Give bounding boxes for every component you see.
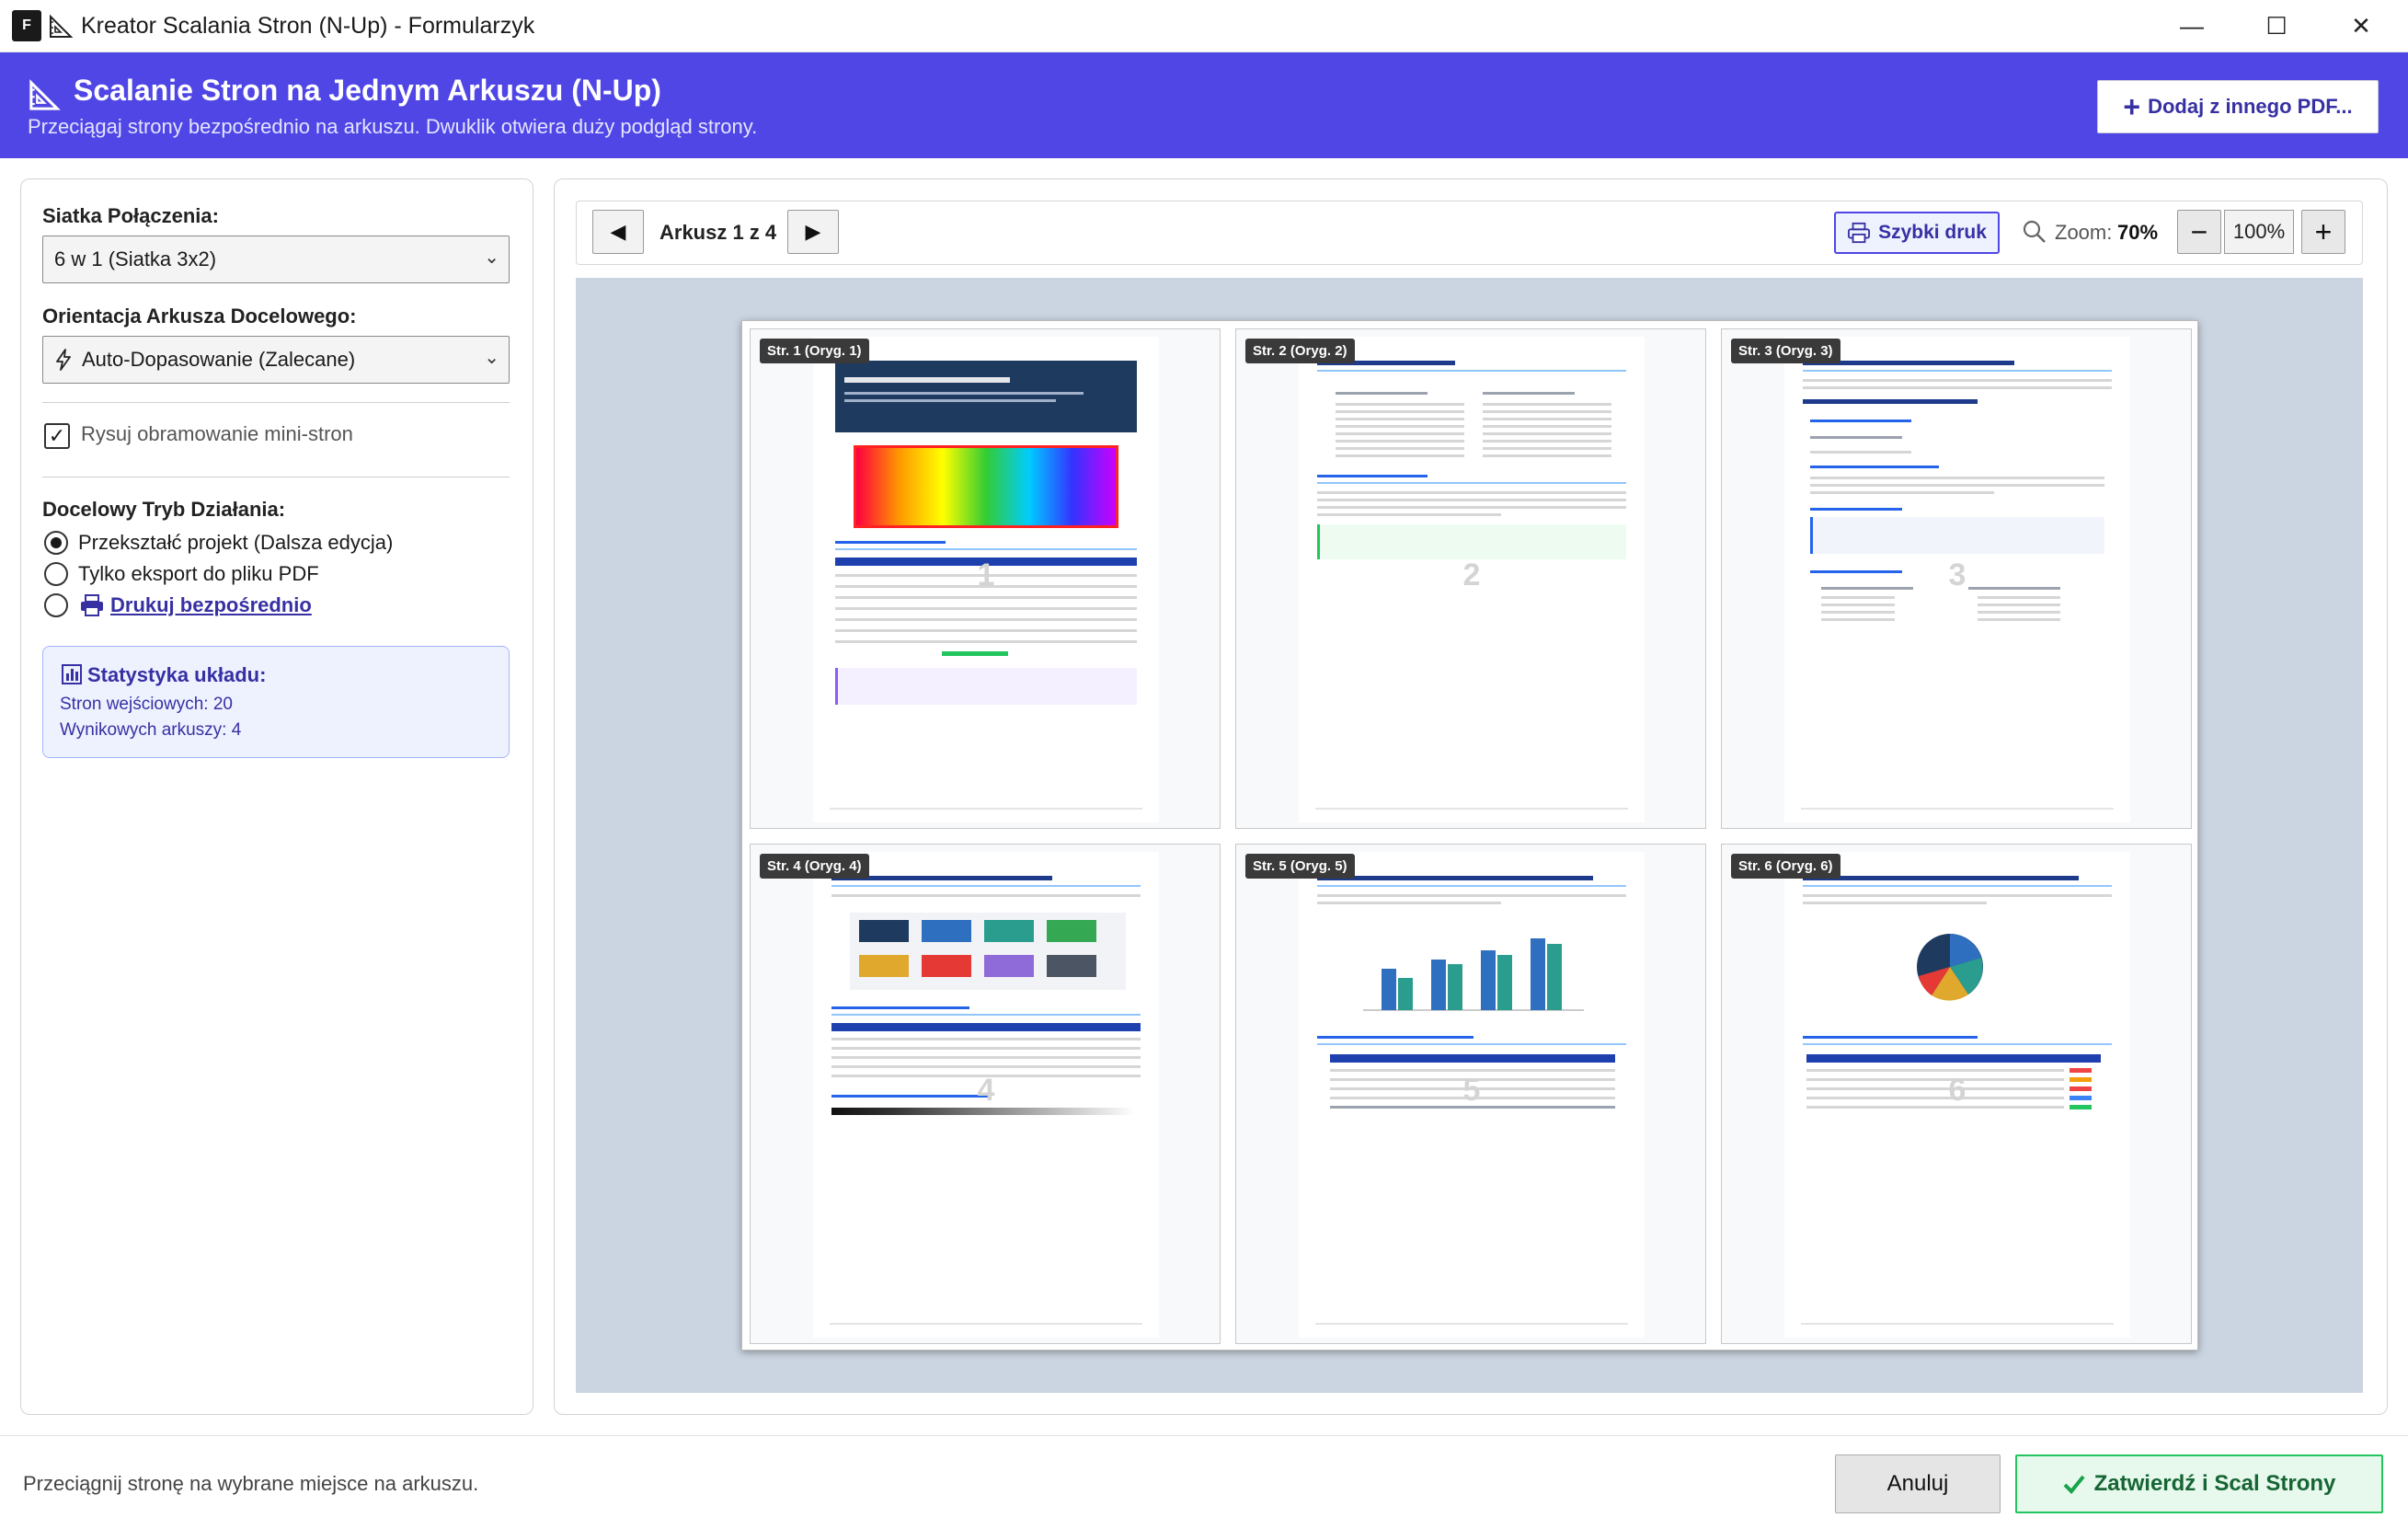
draw-border-checkbox[interactable]: ✓ xyxy=(44,423,70,449)
page-number: 3 xyxy=(1948,558,1967,592)
printer-icon xyxy=(81,594,103,616)
zoom-reset-button[interactable]: 100% xyxy=(2224,210,2294,254)
mode-label: Docelowy Tryb Działania: xyxy=(42,498,286,521)
orientation-select[interactable]: Auto-Dopasowanie (Zalecane) ⌄ xyxy=(42,336,510,384)
lightning-icon xyxy=(56,349,71,371)
output-sheet: Str. 1 (Oryg. 1) 1 Str. 2 (Oryg. 2) 2 St… xyxy=(741,320,2198,1351)
grid-select-value: 6 w 1 (Siatka 3x2) xyxy=(54,247,217,270)
confirm-merge-button[interactable]: Zatwierdź i Scal Strony xyxy=(2015,1454,2383,1513)
add-from-pdf-label: Dodaj z innego PDF... xyxy=(2148,95,2353,118)
stats-output-sheets: Wynikowych arkuszy: 4 xyxy=(60,720,242,740)
chevron-down-icon: ⌄ xyxy=(484,247,499,268)
cover-banner xyxy=(835,361,1137,432)
layout-stats-box: Statystyka układu: Stron wejściowych: 20… xyxy=(42,646,510,758)
page-caption: Str. 2 (Oryg. 2) xyxy=(1245,339,1355,363)
pie-chart-thumbnail xyxy=(1917,934,1983,1001)
page-thumbnail: 1 xyxy=(813,337,1159,822)
app-icon: F xyxy=(12,10,41,41)
draw-border-label[interactable]: Rysuj obramowanie mini-stron xyxy=(81,422,353,446)
quick-print-button[interactable]: Szybki druk xyxy=(1834,212,2000,254)
chevron-down-icon: ⌄ xyxy=(484,348,499,368)
zoom-in-button[interactable]: + xyxy=(2301,210,2345,254)
page-caption: Str. 1 (Oryg. 1) xyxy=(760,339,869,363)
page-number: 2 xyxy=(1462,558,1481,592)
bar-chart-icon xyxy=(62,664,82,684)
grid-label: Siatka Połączenia: xyxy=(42,204,219,227)
gradient-box xyxy=(854,445,1118,528)
page-subtitle: Przeciągaj strony bezpośrednio na arkusz… xyxy=(28,115,758,138)
sheet-indicator: Arkusz 1 z 4 xyxy=(659,221,777,244)
page-slot-1[interactable]: Str. 1 (Oryg. 1) 1 xyxy=(750,328,1221,829)
page-number: 4 xyxy=(977,1073,995,1108)
page-number: 5 xyxy=(1462,1073,1481,1108)
plus-icon: + xyxy=(2123,90,2141,123)
page-caption: Str. 6 (Oryg. 6) xyxy=(1731,854,1840,879)
window-title: Kreator Scalania Stron (N-Up) - Formular… xyxy=(81,13,535,39)
next-sheet-button[interactable]: ▶ xyxy=(787,210,839,254)
bar-chart-thumbnail xyxy=(1363,938,1584,1011)
page-slot-6[interactable]: Str. 6 (Oryg. 6) 6 xyxy=(1721,844,2192,1344)
grid-select[interactable]: 6 w 1 (Siatka 3x2) ⌄ xyxy=(42,236,510,283)
orientation-select-value: Auto-Dopasowanie (Zalecane) xyxy=(82,348,356,371)
confirm-merge-label: Zatwierdź i Scal Strony xyxy=(2093,1471,2336,1496)
add-from-pdf-button[interactable]: + Dodaj z innego PDF... xyxy=(2097,80,2379,133)
maximize-button[interactable]: ☐ xyxy=(2234,0,2319,52)
orientation-label: Orientacja Arkusza Docelowego: xyxy=(42,305,357,328)
mode-edit-label[interactable]: Przekształć projekt (Dalsza edycja) xyxy=(78,531,393,555)
title-bar: F Kreator Scalania Stron (N-Up) - Formul… xyxy=(0,0,2408,52)
quick-print-label: Szybki druk xyxy=(1878,222,1987,243)
page-thumbnail: 4 xyxy=(813,852,1159,1338)
minimize-button[interactable]: — xyxy=(2150,0,2234,52)
mode-print-label[interactable]: Drukuj bezpośrednio xyxy=(110,593,312,617)
page-number: 6 xyxy=(1948,1073,1967,1108)
page-caption: Str. 4 (Oryg. 4) xyxy=(760,854,869,879)
page-slot-2[interactable]: Str. 2 (Oryg. 2) 2 xyxy=(1235,328,1706,829)
zoom-label: Zoom: xyxy=(2055,221,2113,244)
set-square-icon xyxy=(29,79,61,110)
printer-icon xyxy=(1848,222,1871,244)
stats-input-pages: Stron wejściowych: 20 xyxy=(60,695,233,714)
page-slot-4[interactable]: Str. 4 (Oryg. 4) 4 xyxy=(750,844,1221,1344)
page-number: 1 xyxy=(977,558,995,592)
zoom-out-button[interactable]: − xyxy=(2177,210,2221,254)
close-button[interactable]: ✕ xyxy=(2319,0,2403,52)
mode-export-label[interactable]: Tylko eksport do pliku PDF xyxy=(78,562,319,586)
set-square-icon xyxy=(50,14,74,38)
mode-radio-print[interactable] xyxy=(44,593,68,617)
page-thumbnail: 6 xyxy=(1784,852,2130,1338)
mode-radio-edit[interactable] xyxy=(44,531,68,555)
prev-sheet-button[interactable]: ◀ xyxy=(592,210,644,254)
page-title: Scalanie Stron na Jednym Arkuszu (N-Up) xyxy=(74,74,661,107)
page-caption: Str. 3 (Oryg. 3) xyxy=(1731,339,1840,363)
status-text: Przeciągnij stronę na wybrane miejsce na… xyxy=(23,1472,479,1495)
zoom-value: 70% xyxy=(2117,221,2159,244)
page-thumbnail: 3 xyxy=(1784,337,2130,822)
mode-radio-export[interactable] xyxy=(44,562,68,586)
page-thumbnail: 5 xyxy=(1299,852,1645,1338)
checkmark-icon xyxy=(2063,1475,2085,1494)
magnifier-icon xyxy=(2023,220,2046,243)
page-caption: Str. 5 (Oryg. 5) xyxy=(1245,854,1355,879)
page-thumbnail: 2 xyxy=(1299,337,1645,822)
cancel-button[interactable]: Anuluj xyxy=(1835,1454,2001,1513)
divider xyxy=(42,402,510,403)
page-slot-3[interactable]: Str. 3 (Oryg. 3) 3 xyxy=(1721,328,2192,829)
stats-title: Statystyka układu: xyxy=(87,663,267,686)
page-slot-5[interactable]: Str. 5 (Oryg. 5) 5 xyxy=(1235,844,1706,1344)
